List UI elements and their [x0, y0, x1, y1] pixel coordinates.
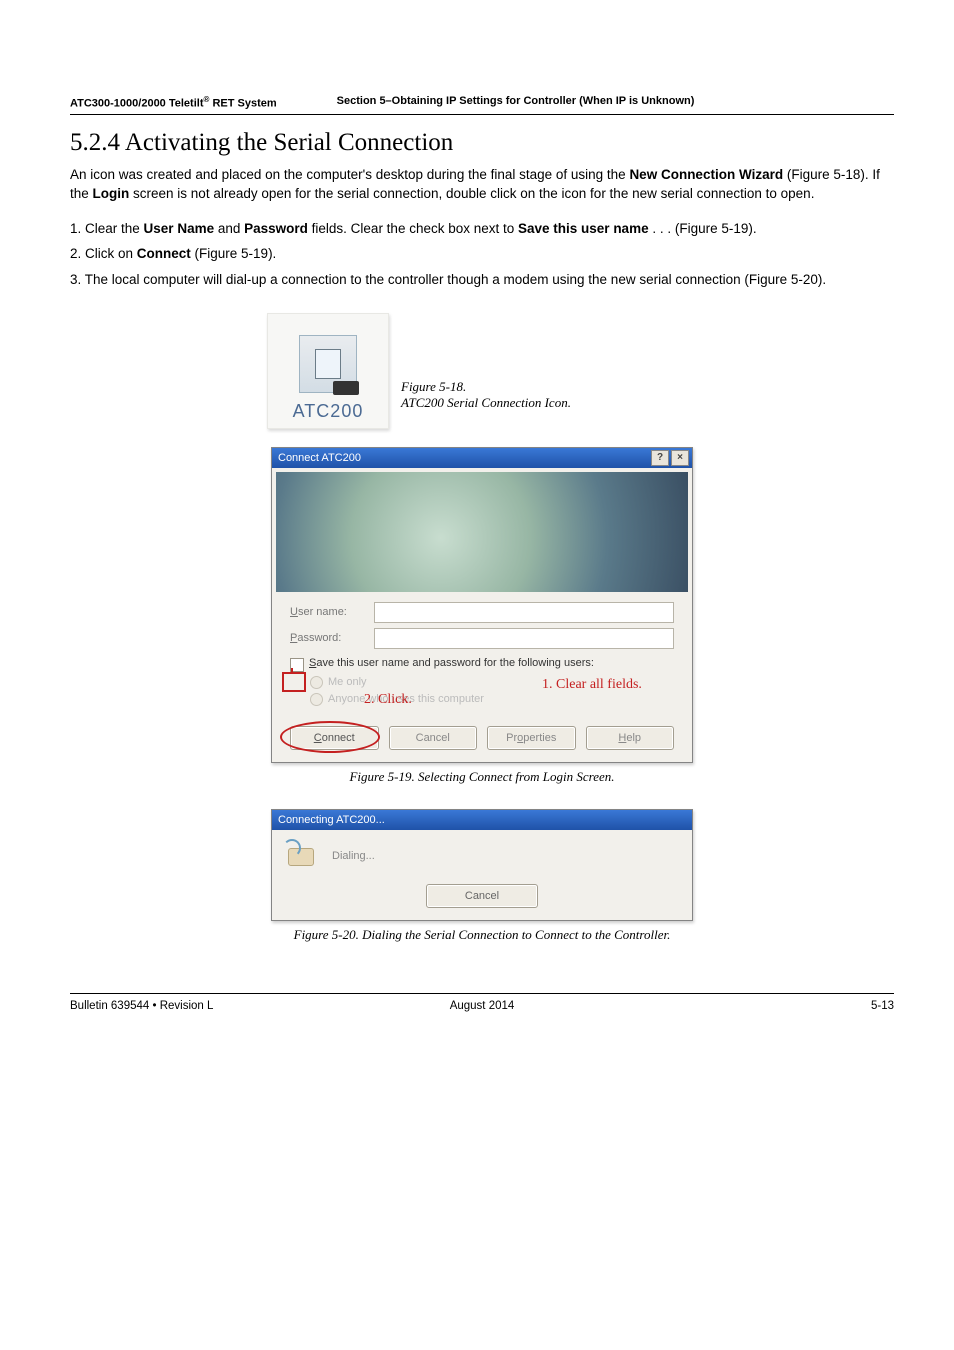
- icon-label: ATC200: [293, 401, 364, 422]
- footer-center: August 2014: [345, 1000, 620, 1012]
- s1b3: Save this user name: [518, 221, 649, 236]
- atc200-desktop-icon[interactable]: ATC200: [267, 313, 389, 429]
- dialog-title: Connect ATC200: [278, 452, 361, 464]
- username-input[interactable]: [374, 602, 674, 623]
- annotation-connect-oval: [280, 721, 380, 753]
- connecting-titlebar: Connecting ATC200...: [272, 810, 692, 830]
- s1c: and: [214, 221, 244, 236]
- connecting-title: Connecting ATC200...: [278, 814, 385, 826]
- s2b: Connect: [137, 246, 191, 261]
- intro-paragraph: An icon was created and placed on the co…: [70, 165, 894, 204]
- properties-button[interactable]: Properties: [487, 726, 576, 750]
- connection-shortcut-icon: [299, 335, 357, 393]
- running-header-left: ATC300-1000/2000 Teletilt® RET System: [70, 95, 277, 110]
- footer-left: Bulletin 639544 • Revision L: [70, 1000, 345, 1012]
- titlebar-help-button[interactable]: ?: [651, 450, 669, 466]
- connecting-atc200-dialog: Connecting ATC200... Dialing... Cancel: [271, 809, 693, 921]
- figure-5-18: ATC200 Figure 5-18. ATC200 Serial Connec…: [247, 313, 717, 429]
- s2c: (Figure 5-19).: [191, 246, 277, 261]
- dialog-titlebar: Connect ATC200 ? ×: [272, 448, 692, 468]
- dialog-banner-image: [276, 472, 688, 592]
- help-button[interactable]: Help: [586, 726, 675, 750]
- page-footer: Bulletin 639544 • Revision L August 2014…: [70, 993, 894, 1012]
- running-header: ATC300-1000/2000 Teletilt® RET System Se…: [70, 95, 894, 115]
- radio-me-only-label: Me only: [328, 674, 367, 691]
- step-1: 1. Clear the User Name and Password fiel…: [70, 216, 894, 242]
- s1b1: User Name: [144, 221, 215, 236]
- password-label: Password:: [290, 632, 374, 644]
- step-2: 2. Click on Connect (Figure 5-19).: [70, 241, 894, 267]
- figure-5-20-caption: Figure 5-20. Dialing the Serial Connecti…: [247, 927, 717, 943]
- titlebar-close-button[interactable]: ×: [671, 450, 689, 466]
- section-heading: 5.2.4 Activating the Serial Connection: [70, 129, 894, 157]
- radio-anyone[interactable]: [310, 693, 323, 706]
- figure-5-19-caption: Figure 5-19. Selecting Connect from Logi…: [247, 769, 717, 785]
- intro-b2: Login: [93, 186, 130, 201]
- username-label: UUser name:ser name:: [290, 606, 374, 618]
- annotation-checkbox-marker: [282, 672, 306, 692]
- product-name: ATC300-1000/2000 Teletilt: [70, 98, 204, 110]
- fig18-cap-a: Figure 5-18.: [401, 379, 466, 394]
- step-3: 3. The local computer will dial-up a con…: [70, 267, 894, 293]
- s1a: 1. Clear the: [70, 221, 144, 236]
- connecting-cancel-button[interactable]: Cancel: [426, 884, 538, 908]
- password-input[interactable]: [374, 628, 674, 649]
- product-suffix: RET System: [209, 98, 276, 110]
- fig18-cap-b: ATC200 Serial Connection Icon.: [401, 395, 571, 410]
- connect-atc200-dialog: Connect ATC200 ? × UUser name:ser name: …: [271, 447, 693, 763]
- save-credentials-label: Save this user name and password for the…: [309, 657, 594, 669]
- intro-b1: New Connection Wizard: [629, 167, 783, 182]
- s1d: fields. Clear the check box next to: [308, 221, 518, 236]
- cancel-button[interactable]: Cancel: [389, 726, 478, 750]
- footer-right: 5-13: [619, 1000, 894, 1012]
- annotation-clear-fields: 1. Clear all fields.: [542, 677, 642, 693]
- s1e: . . . (Figure 5-19).: [649, 221, 757, 236]
- intro-t1: An icon was created and placed on the co…: [70, 167, 629, 182]
- dialing-status: Dialing...: [332, 850, 375, 862]
- intro-t3: screen is not already open for the seria…: [129, 186, 814, 201]
- modem-icon: [286, 842, 318, 870]
- s1b2: Password: [244, 221, 308, 236]
- radio-me-only[interactable]: [310, 676, 323, 689]
- running-header-right: Section 5–Obtaining IP Settings for Cont…: [277, 95, 894, 110]
- annotation-click: 2. Click.: [364, 692, 412, 708]
- figure-5-18-caption: Figure 5-18. ATC200 Serial Connection Ic…: [401, 379, 571, 429]
- s2a: 2. Click on: [70, 246, 137, 261]
- steps-list: 1. Clear the User Name and Password fiel…: [70, 216, 894, 293]
